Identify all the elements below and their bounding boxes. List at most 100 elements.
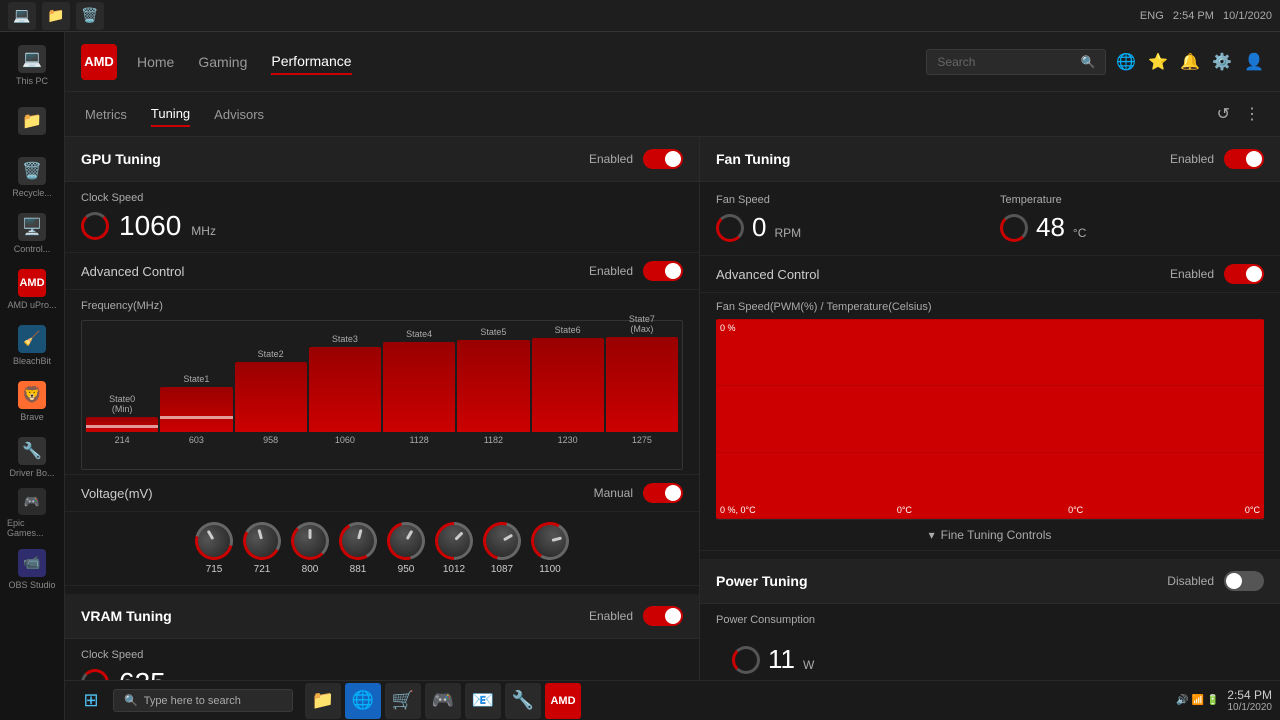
sidebar-epic[interactable]: 🎮 Epic Games... (7, 488, 57, 538)
sidebar-amd[interactable]: AMD AMD uPro... (7, 264, 57, 314)
vram-tuning-right: Enabled (589, 606, 683, 626)
user-icon[interactable]: 👤 (1244, 52, 1264, 72)
fan-speed-value: 0 (752, 212, 766, 243)
search-box[interactable]: Search 🔍 (926, 49, 1106, 75)
folder-icon[interactable]: 📁 (42, 2, 70, 30)
more-icon[interactable]: ⋮ (1244, 104, 1260, 124)
clock-value: 1060 (119, 210, 181, 242)
bar-0[interactable] (86, 417, 158, 432)
win-search-box[interactable]: 🔍 Type here to search (113, 689, 293, 712)
epic-label: Epic Games... (7, 518, 57, 538)
win-start-button[interactable]: ⊞ (73, 683, 109, 719)
recycle-label: Recycle... (12, 188, 52, 198)
taskbar-app-amd[interactable]: AMD (545, 683, 581, 719)
knob-col-5: 1012 (435, 522, 473, 575)
fan-advanced-right: Enabled (1170, 264, 1264, 284)
win-time: 2:54 PM 10/1/2020 (1227, 688, 1272, 713)
fine-tuning-button[interactable]: ▾ Fine Tuning Controls (716, 519, 1264, 550)
bar-col-2[interactable]: State2958 (235, 349, 307, 445)
taskbar-app-tool[interactable]: 🔧 (505, 683, 541, 719)
bar-col-4[interactable]: State41128 (383, 329, 455, 445)
bar-col-3[interactable]: State31060 (309, 334, 381, 445)
desktop-icon[interactable]: 💻 (8, 2, 36, 30)
fan-advanced-toggle[interactable] (1224, 264, 1264, 284)
sidebar-folder[interactable]: 📁 (7, 96, 57, 146)
power-dial (732, 646, 760, 674)
bar-col-0[interactable]: State0 (Min)214 (86, 394, 158, 445)
bell-icon[interactable]: 🔔 (1180, 52, 1200, 72)
globe-icon[interactable]: 🌐 (1116, 52, 1136, 72)
search-icon[interactable]: 🔍 (1080, 55, 1095, 69)
vram-tuning-toggle[interactable] (643, 606, 683, 626)
sub-nav-tuning[interactable]: Tuning (151, 102, 190, 127)
voltage-knob-7[interactable] (527, 518, 574, 565)
bar-5[interactable] (457, 340, 529, 432)
bar-state-label-5: State5 (480, 327, 506, 337)
bar-1[interactable] (160, 387, 232, 432)
taskbar-app-store[interactable]: 🛒 (385, 683, 421, 719)
bleachbit-label: BleachBit (13, 356, 51, 366)
bar-val-7: 1275 (632, 435, 652, 445)
taskbar-app-game[interactable]: 🎮 (425, 683, 461, 719)
voltage-knob-1[interactable] (239, 518, 286, 565)
top-taskbar-right: ENG 2:54 PM 10/1/2020 (1140, 10, 1272, 22)
sub-nav-right: ↺ ⋮ (1217, 104, 1260, 124)
nav-performance[interactable]: Performance (271, 49, 351, 75)
voltage-knob-6[interactable] (476, 515, 528, 567)
power-disabled-label: Disabled (1167, 574, 1214, 588)
fan-advanced-row: Advanced Control Enabled (700, 256, 1280, 293)
bar-col-5[interactable]: State51182 (457, 327, 529, 445)
power-consumption-row: 11 W (716, 632, 1264, 680)
taskbar-app-browser[interactable]: 🌐 (345, 683, 381, 719)
sidebar-this-pc[interactable]: 💻 This PC (7, 40, 57, 90)
sidebar-brave[interactable]: 🦁 Brave (7, 376, 57, 426)
bar-6[interactable] (532, 338, 604, 432)
refresh-icon[interactable]: ↺ (1217, 104, 1230, 124)
sidebar-control[interactable]: 🖥️ Control... (7, 208, 57, 258)
taskbar-app-file-explorer[interactable]: 📁 (305, 683, 341, 719)
power-tuning-toggle[interactable] (1224, 571, 1264, 591)
voltage-toggle[interactable] (643, 483, 683, 503)
bar-state-label-6: State6 (555, 325, 581, 335)
bar-4[interactable] (383, 342, 455, 432)
star-icon[interactable]: ⭐ (1148, 52, 1168, 72)
power-tuning-header: Power Tuning Disabled (700, 559, 1280, 604)
voltage-knob-4[interactable] (380, 515, 432, 567)
sidebar-bleachbit[interactable]: 🧹 BleachBit (7, 320, 57, 370)
right-panel: Fan Tuning Enabled Fan Speed 0 RPM (700, 137, 1280, 680)
taskbar-app-email[interactable]: 📧 (465, 683, 501, 719)
voltage-knob-2[interactable] (291, 522, 329, 560)
bar-col-7[interactable]: State7 (Max)1275 (606, 314, 678, 445)
bar-col-6[interactable]: State61230 (532, 325, 604, 445)
voltage-mode: Manual (594, 486, 633, 500)
bar-2[interactable] (235, 362, 307, 432)
driver-label: Driver Bo... (9, 468, 54, 478)
vram-clock-row: 625 MHz (81, 667, 683, 680)
sidebar-recycle[interactable]: 🗑️ Recycle... (7, 152, 57, 202)
power-value: 11 (768, 644, 795, 675)
gpu-tuning-toggle[interactable] (643, 149, 683, 169)
nav-gaming[interactable]: Gaming (198, 50, 247, 74)
recycle-icon[interactable]: 🗑️ (76, 2, 104, 30)
gpu-advanced-toggle[interactable] (643, 261, 683, 281)
gpu-tuning-right: Enabled (589, 149, 683, 169)
nav-home[interactable]: Home (137, 50, 174, 74)
gear-icon[interactable]: ⚙️ (1212, 52, 1232, 72)
fan-tuning-toggle[interactable] (1224, 149, 1264, 169)
bar-3[interactable] (309, 347, 381, 432)
bar-col-1[interactable]: State1603 (160, 374, 232, 445)
bar-7[interactable] (606, 337, 678, 432)
sub-nav-metrics[interactable]: Metrics (85, 103, 127, 126)
fan-metrics-row: Fan Speed 0 RPM Temperature 48 °C (700, 182, 1280, 256)
voltage-knob-5[interactable] (427, 514, 481, 568)
voltage-section: 715721800881950101210871100 (65, 512, 699, 586)
fan-chart-bottom-left: 0 %, 0°C (720, 505, 756, 515)
vram-clock-value: 625 (119, 667, 166, 680)
sidebar-obs[interactable]: 📹 OBS Studio (7, 544, 57, 594)
bar-val-4: 1128 (409, 435, 428, 445)
voltage-knob-3[interactable] (335, 518, 382, 565)
sidebar-driver[interactable]: 🔧 Driver Bo... (7, 432, 57, 482)
sub-nav-advisors[interactable]: Advisors (214, 103, 264, 126)
knob-val-5: 1012 (443, 564, 465, 575)
voltage-knob-0[interactable] (188, 515, 240, 567)
